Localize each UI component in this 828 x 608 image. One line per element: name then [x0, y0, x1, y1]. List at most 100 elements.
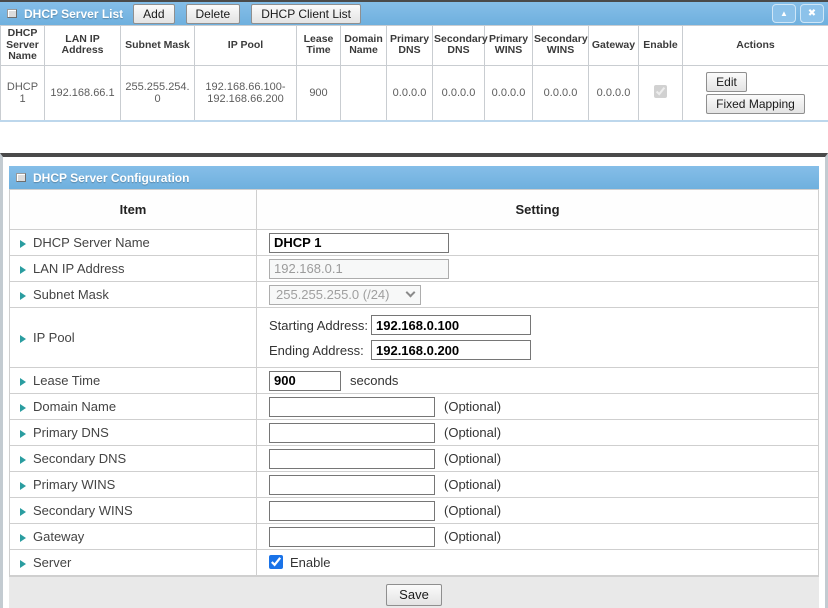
- optional-label: (Optional): [444, 425, 501, 440]
- row-domain-name: Domain Name (Optional): [10, 394, 819, 420]
- col-primary-wins: Primary WINS: [485, 26, 533, 66]
- cell-gateway: 0.0.0.0: [589, 65, 639, 121]
- list-header-row: DHCP Server Name LAN IP Address Subnet M…: [1, 26, 828, 66]
- col-gateway: Gateway: [589, 26, 639, 66]
- col-secondary-wins: Secondary WINS: [533, 26, 589, 66]
- ending-address-label: Ending Address:: [269, 343, 371, 358]
- domain-name-input[interactable]: [269, 397, 435, 417]
- cell-secondary-wins: 0.0.0.0: [533, 65, 589, 121]
- cell-secondary-dns: 0.0.0.0: [433, 65, 485, 121]
- row-dhcp-server-name: DHCP Server Name: [10, 230, 819, 256]
- row-arrow-icon: [20, 456, 26, 464]
- ending-address-input[interactable]: [371, 340, 531, 360]
- cell-domain-name: [341, 65, 387, 121]
- config-header-row: Item Setting: [10, 190, 819, 230]
- row-arrow-icon: [20, 335, 26, 343]
- item-label: Server: [10, 550, 257, 576]
- edit-button[interactable]: Edit: [706, 72, 747, 92]
- item-label: IP Pool: [10, 308, 257, 368]
- chevron-down-icon: [406, 288, 416, 298]
- dhcp-server-configuration-panel: DHCP Server Configuration Item Setting D…: [0, 153, 828, 608]
- dhcp-server-name-input[interactable]: [269, 233, 449, 253]
- add-button[interactable]: Add: [133, 4, 174, 24]
- collapse-icon[interactable]: ▲: [772, 4, 796, 23]
- item-label: Lease Time: [10, 368, 257, 394]
- row-arrow-icon: [20, 534, 26, 542]
- config-panel-header: DHCP Server Configuration: [9, 166, 819, 189]
- row-arrow-icon: [20, 482, 26, 490]
- cell-server-name: DHCP 1: [1, 65, 45, 121]
- item-label: LAN IP Address: [10, 256, 257, 282]
- col-enable: Enable: [639, 26, 683, 66]
- lan-ip-address-input: [269, 259, 449, 279]
- optional-label: (Optional): [444, 477, 501, 492]
- col-ip-pool: IP Pool: [195, 26, 297, 66]
- cell-ip-pool: 192.168.66.100-192.168.66.200: [195, 65, 297, 121]
- cell-lease-time: 900: [297, 65, 341, 121]
- item-label: Secondary WINS: [10, 498, 257, 524]
- item-label: Domain Name: [10, 394, 257, 420]
- col-lan-ip-address: LAN IP Address: [45, 26, 121, 66]
- primary-dns-input[interactable]: [269, 423, 435, 443]
- col-lease-time: Lease Time: [297, 26, 341, 66]
- dhcp-server-list-panel: DHCP Server List Add Delete DHCP Client …: [0, 0, 828, 122]
- item-label: Gateway: [10, 524, 257, 550]
- list-panel-title: DHCP Server List: [24, 7, 123, 21]
- section-cube-icon: [7, 9, 17, 18]
- row-server: Server Enable: [10, 550, 819, 576]
- cell-primary-wins: 0.0.0.0: [485, 65, 533, 121]
- close-icon[interactable]: ✖: [800, 4, 824, 23]
- row-arrow-icon: [20, 378, 26, 386]
- item-label: Primary WINS: [10, 472, 257, 498]
- row-arrow-icon: [20, 430, 26, 438]
- optional-label: (Optional): [444, 529, 501, 544]
- secondary-dns-input[interactable]: [269, 449, 435, 469]
- setting-header: Setting: [257, 190, 819, 230]
- table-row: DHCP 1 192.168.66.1 255.255.254.0 192.16…: [1, 65, 828, 121]
- row-arrow-icon: [20, 404, 26, 412]
- optional-label: (Optional): [444, 503, 501, 518]
- col-domain-name: Domain Name: [341, 26, 387, 66]
- optional-label: (Optional): [444, 451, 501, 466]
- row-subnet-mask: Subnet Mask 255.255.255.0 (/24): [10, 282, 819, 308]
- row-primary-dns: Primary DNS (Optional): [10, 420, 819, 446]
- lease-time-input[interactable]: [269, 371, 341, 391]
- save-button[interactable]: Save: [386, 584, 442, 606]
- dhcp-server-list-table: DHCP Server Name LAN IP Address Subnet M…: [0, 25, 828, 122]
- col-dhcp-server-name: DHCP Server Name: [1, 26, 45, 66]
- server-enable-checkbox[interactable]: [269, 555, 283, 569]
- seconds-label: seconds: [350, 373, 398, 388]
- row-primary-wins: Primary WINS (Optional): [10, 472, 819, 498]
- starting-address-label: Starting Address:: [269, 318, 371, 333]
- row-arrow-icon: [20, 560, 26, 568]
- row-secondary-dns: Secondary DNS (Optional): [10, 446, 819, 472]
- cell-primary-dns: 0.0.0.0: [387, 65, 433, 121]
- config-panel-title: DHCP Server Configuration: [33, 171, 189, 185]
- section-cube-icon: [16, 173, 26, 182]
- row-arrow-icon: [20, 508, 26, 516]
- cell-actions: Edit Fixed Mapping: [683, 65, 828, 121]
- col-primary-dns: Primary DNS: [387, 26, 433, 66]
- row-enable-checkbox: [654, 85, 667, 98]
- enable-label: Enable: [290, 555, 330, 570]
- row-lease-time: Lease Time seconds: [10, 368, 819, 394]
- starting-address-input[interactable]: [371, 315, 531, 335]
- row-ip-pool: IP Pool Starting Address: Ending Address…: [10, 308, 819, 368]
- fixed-mapping-button[interactable]: Fixed Mapping: [706, 94, 805, 114]
- col-subnet-mask: Subnet Mask: [121, 26, 195, 66]
- dhcp-client-list-button[interactable]: DHCP Client List: [251, 4, 361, 24]
- item-label: DHCP Server Name: [10, 230, 257, 256]
- delete-button[interactable]: Delete: [186, 4, 241, 24]
- primary-wins-input[interactable]: [269, 475, 435, 495]
- item-header: Item: [10, 190, 257, 230]
- list-panel-header: DHCP Server List Add Delete DHCP Client …: [0, 2, 828, 25]
- row-arrow-icon: [20, 240, 26, 248]
- secondary-wins-input[interactable]: [269, 501, 435, 521]
- gateway-input[interactable]: [269, 527, 435, 547]
- item-label: Secondary DNS: [10, 446, 257, 472]
- row-secondary-wins: Secondary WINS (Optional): [10, 498, 819, 524]
- row-arrow-icon: [20, 292, 26, 300]
- item-label: Primary DNS: [10, 420, 257, 446]
- item-label: Subnet Mask: [10, 282, 257, 308]
- config-footer: Save: [9, 576, 819, 608]
